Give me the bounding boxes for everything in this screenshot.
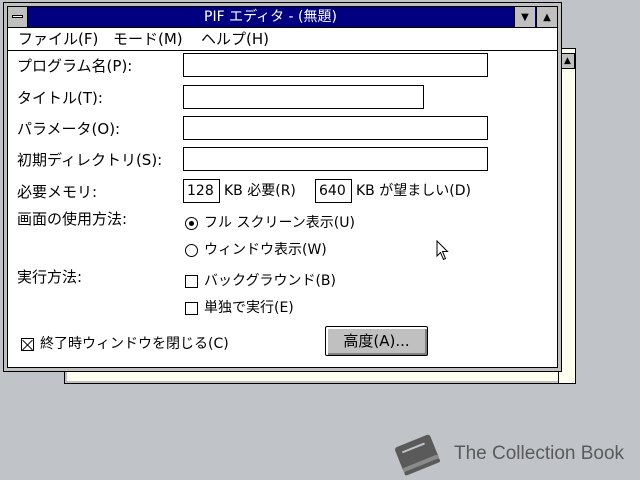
close-on-exit-label[interactable]: 終了時ウィンドウを閉じる(C) — [40, 335, 229, 353]
title-bar[interactable]: PIF エディタ - (無題) ▼ ▲ — [8, 7, 557, 28]
execution-label: 実行方法: — [17, 268, 83, 286]
watermark-text: The Collection Book — [454, 443, 625, 464]
title-input[interactable] — [183, 85, 424, 109]
menu-file[interactable]: ファイル(F) — [18, 30, 98, 48]
screen-usage-label: 画面の使用方法: — [17, 210, 128, 228]
system-menu-button[interactable] — [8, 7, 28, 27]
program-name-input[interactable] — [183, 53, 488, 77]
windowed-radio-label[interactable]: ウィンドウ表示(W) — [204, 241, 327, 259]
memory-desired-input[interactable]: 640 — [315, 179, 352, 203]
book-logo-icon — [395, 434, 441, 476]
system-menu-icon — [12, 15, 23, 18]
window-title: PIF エディタ - (無題) — [204, 9, 337, 25]
scroll-up-arrow-icon[interactable]: ▲ — [560, 53, 575, 69]
memory-required-label: KB 必要(R) — [224, 183, 296, 199]
fullscreen-radio[interactable] — [185, 217, 198, 230]
exclusive-checkbox-label[interactable]: 単独で実行(E) — [204, 299, 294, 317]
close-on-exit-checkbox[interactable] — [21, 338, 34, 351]
mouse-cursor-icon — [436, 240, 449, 261]
menu-help[interactable]: ヘルプ(H) — [201, 30, 269, 48]
maximize-button[interactable]: ▲ — [536, 7, 557, 27]
menu-mode[interactable]: モード(M) — [113, 30, 183, 48]
parameters-label: パラメータ(O): — [17, 120, 121, 138]
initial-directory-input[interactable] — [183, 147, 488, 171]
fullscreen-radio-label[interactable]: フル スクリーン表示(U) — [204, 214, 355, 232]
memory-label: 必要メモリ: — [17, 183, 98, 201]
windowed-radio[interactable] — [185, 244, 198, 257]
background-checkbox-label[interactable]: バックグラウンド(B) — [204, 272, 336, 290]
menu-bar: ファイル(F) モード(M) ヘルプ(H) — [8, 28, 557, 51]
exclusive-checkbox[interactable] — [185, 302, 198, 315]
background-checkbox[interactable] — [185, 275, 198, 288]
title-label: タイトル(T): — [17, 89, 103, 107]
parameters-input[interactable] — [183, 116, 488, 140]
advanced-button[interactable]: 高度(A)... — [325, 326, 428, 356]
initial-directory-label: 初期ディレクトリ(S): — [17, 151, 163, 169]
memory-desired-label: KB が望ましい(D) — [356, 183, 471, 199]
program-name-label: プログラム名(P): — [17, 57, 133, 75]
memory-required-input[interactable]: 128 — [183, 179, 220, 203]
minimize-button[interactable]: ▼ — [514, 7, 535, 27]
